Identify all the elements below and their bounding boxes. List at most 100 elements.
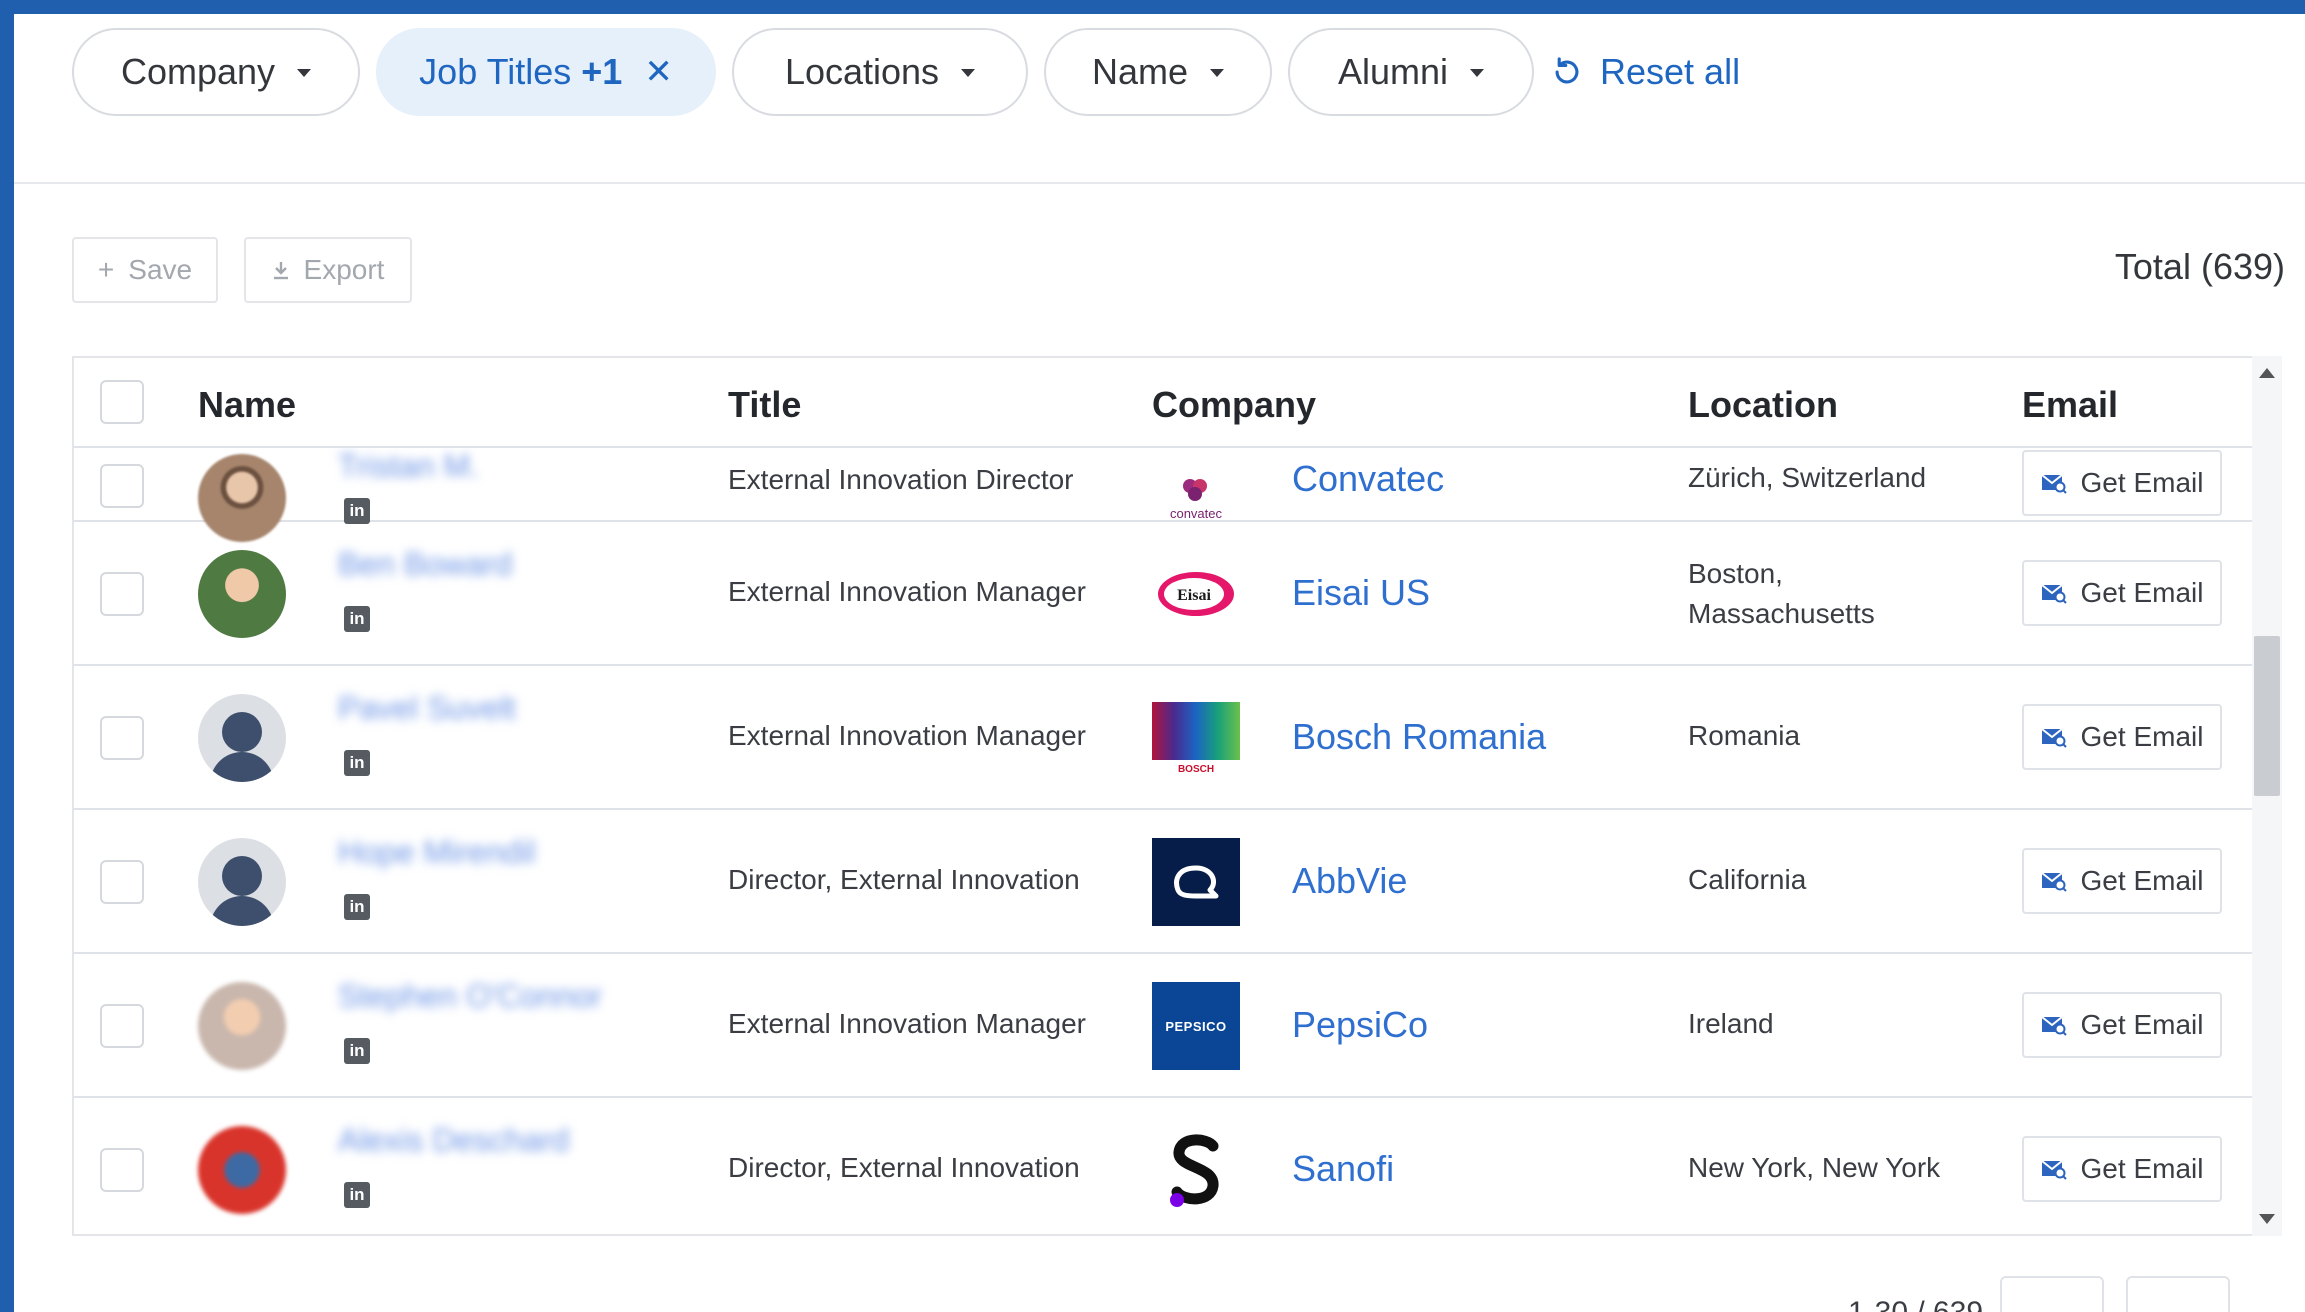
person-name[interactable]: Stephen O'Connor [338,978,602,1015]
table-row[interactable]: Stephen O'Connor in External Innovation … [74,954,2252,1098]
close-icon[interactable]: ✕ [644,52,673,92]
company-link[interactable]: Eisai US [1292,572,1430,614]
filter-name[interactable]: Name [1044,28,1272,116]
person-name[interactable]: Ben Boward [338,546,512,583]
logo-wordmark: PEPSICO [1165,1018,1227,1034]
filter-job-titles-count: +1 [581,51,623,92]
get-email-button[interactable]: Get Email [2022,560,2222,626]
get-email-button[interactable]: Get Email [2022,848,2222,914]
company-link[interactable]: Bosch Romania [1292,716,1546,758]
column-header-location[interactable]: Location [1688,384,1838,426]
export-button[interactable]: Export [244,237,412,303]
get-email-label: Get Email [2080,467,2204,498]
location: California [1688,864,1807,895]
avatar [198,694,286,782]
person-name[interactable]: Hope Mirendil [338,834,535,871]
mail-search-icon [2040,728,2067,748]
pagination-info: 1-30 / 639 [1848,1296,1983,1312]
save-button[interactable]: + Save [72,237,218,303]
next-page-button[interactable] [2126,1276,2230,1312]
download-icon [273,262,288,280]
filter-alumni[interactable]: Alumni [1288,28,1534,116]
get-email-button[interactable]: Get Email [2022,704,2222,770]
linkedin-icon[interactable]: in [344,1182,370,1208]
filter-company[interactable]: Company [72,28,360,116]
row-checkbox[interactable] [100,464,144,508]
company-link[interactable]: PepsiCo [1292,1004,1428,1046]
job-title: External Innovation Director [728,464,1074,495]
chevron-down-icon [1470,69,1485,77]
avatar [198,982,286,1070]
scroll-down-arrow-icon[interactable] [2259,1214,2275,1224]
chevron-down-icon [297,69,312,77]
row-checkbox[interactable] [100,572,144,616]
avatar [198,550,286,638]
table-row[interactable]: Ben Boward in External Innovation Manage… [74,522,2252,666]
mail-search-icon [2040,872,2067,892]
linkedin-icon[interactable]: in [344,1038,370,1064]
company-link[interactable]: AbbVie [1292,860,1407,902]
company-link[interactable]: Sanofi [1292,1148,1394,1190]
row-checkbox[interactable] [100,716,144,760]
table-row[interactable]: Pavel Suvelt in External Innovation Mana… [74,666,2252,810]
person-name[interactable]: Pavel Suvelt [338,690,516,727]
total-count: Total (639) [2114,246,2285,287]
filter-job-titles[interactable]: Job Titles +1 ✕ [376,28,716,116]
column-header-name[interactable]: Name [198,384,296,426]
reset-all-button[interactable]: Reset all [1550,28,1740,116]
linkedin-icon[interactable]: in [344,498,370,524]
save-label: Save [128,254,193,285]
mail-search-icon [2040,474,2067,494]
linkedin-icon[interactable]: in [344,606,370,632]
company-link[interactable]: Convatec [1292,458,1444,500]
logo-wordmark: Eisai [1177,587,1211,604]
filter-locations-label: Locations [784,51,940,92]
select-all-checkbox[interactable] [100,380,144,424]
scroll-up-arrow-icon[interactable] [2259,368,2275,378]
avatar [198,1126,286,1214]
company-logo-sanofi [1152,1126,1240,1214]
filter-alumni-label: Alumni [1337,51,1449,92]
linkedin-icon[interactable]: in [344,894,370,920]
get-email-button[interactable]: Get Email [2022,450,2222,516]
filter-name-label: Name [1091,51,1189,92]
chevron-down-icon [961,69,976,77]
refresh-icon [1555,57,1579,84]
table-header: Name Title Company Location Email [74,358,2252,448]
table-row[interactable]: Hope Mirendil in Director, External Inno… [74,810,2252,954]
job-title: Director, External Innovation [728,1152,1080,1183]
filter-company-label: Company [120,51,276,92]
column-header-email[interactable]: Email [2022,384,2118,426]
company-logo-eisai: Eisai [1152,550,1240,638]
person-name[interactable]: Alexis Deschard [338,1122,569,1159]
filter-job-titles-label: Job Titles +1 [419,51,622,93]
avatar [198,838,286,926]
job-title: External Innovation Manager [728,720,1086,751]
row-checkbox[interactable] [100,1148,144,1192]
get-email-label: Get Email [2080,721,2204,752]
get-email-button[interactable]: Get Email [2022,1136,2222,1202]
logo-wordmark: BOSCH [1177,763,1215,775]
filter-job-titles-text: Job Titles [419,51,572,92]
linkedin-icon[interactable]: in [344,750,370,776]
column-header-title[interactable]: Title [728,384,801,426]
chevron-down-icon [1210,69,1225,77]
row-checkbox[interactable] [100,860,144,904]
company-logo-pepsico: PEPSICO [1152,982,1240,1070]
column-header-company[interactable]: Company [1152,384,1316,426]
location: New York, New York [1688,1152,1941,1183]
company-logo-abbvie [1152,838,1240,926]
row-checkbox[interactable] [100,1004,144,1048]
location: Boston, Massachusetts [1688,558,1875,629]
window-frame-top [0,0,2305,14]
table-row[interactable]: Alexis Deschard in Director, External In… [74,1098,2252,1234]
filter-locations[interactable]: Locations [732,28,1028,116]
prev-page-button[interactable] [2000,1276,2104,1312]
get-email-button[interactable]: Get Email [2022,992,2222,1058]
location: Ireland [1688,1008,1774,1039]
export-label: Export [303,254,385,285]
scrollbar-thumb[interactable] [2254,636,2280,796]
table-scrollbar[interactable] [2252,356,2282,1236]
person-name[interactable]: Tristan M. [338,448,479,485]
get-email-label: Get Email [2080,577,2204,608]
